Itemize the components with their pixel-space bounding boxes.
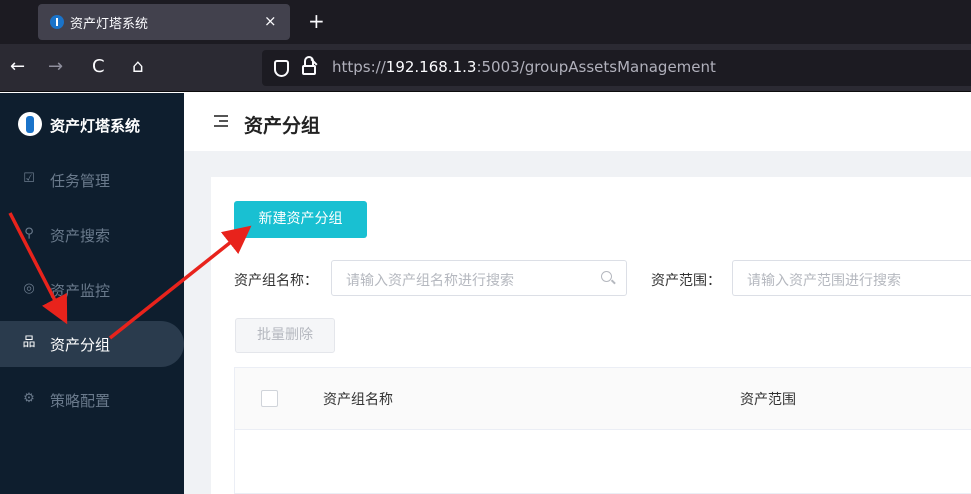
column-header-scope: 资产范围 xyxy=(740,392,796,408)
address-bar[interactable]: https://192.168.1.3:5003/groupAssetsMana… xyxy=(262,50,971,86)
sidebar-item-label: 策略配置 xyxy=(50,392,111,410)
group-name-label: 资产组名称： xyxy=(234,273,318,289)
sidebar-item-label: 任务管理 xyxy=(50,172,111,190)
page-header: 资产分组 xyxy=(184,93,971,151)
collapse-menu-icon[interactable] xyxy=(214,115,228,127)
search-icon[interactable] xyxy=(601,271,612,282)
batch-delete-button[interactable]: 批量删除 xyxy=(235,318,335,353)
group-name-placeholder: 请输入资产组名称进行搜索 xyxy=(346,273,514,289)
sidebar: 资产灯塔系统 ☑ 任务管理 ⚲ 资产搜索 ◎ 资产监控 品 资产分组 ⚙ 策略配… xyxy=(0,93,184,494)
tab-close-icon[interactable]: × xyxy=(264,12,277,30)
new-tab-button[interactable]: + xyxy=(308,9,325,33)
page-title: 资产分组 xyxy=(244,115,321,137)
sidebar-item-asset-search[interactable]: ⚲ 资产搜索 xyxy=(0,212,184,258)
sidebar-item-label: 资产监控 xyxy=(50,282,111,300)
scope-placeholder: 请输入资产范围进行搜索 xyxy=(747,273,901,289)
favicon-icon xyxy=(50,15,64,29)
browser-tab-bar: 资产灯塔系统 × + xyxy=(0,0,971,44)
browser-nav-bar: ← → C ⌂ https://192.168.1.3:5003/groupAs… xyxy=(0,44,971,92)
sidebar-item-policy[interactable]: ⚙ 策略配置 xyxy=(0,377,184,423)
home-button[interactable]: ⌂ xyxy=(132,56,143,77)
sidebar-item-label: 资产搜索 xyxy=(50,227,111,245)
scope-search-input[interactable]: 请输入资产范围进行搜索 xyxy=(732,260,971,296)
tab-title: 资产灯塔系统 xyxy=(70,17,149,32)
new-asset-group-button[interactable]: 新建资产分组 xyxy=(234,201,367,238)
main-content: 资产分组 新建资产分组 资产组名称： 请输入资产组名称进行搜索 资产范围： 请输… xyxy=(184,93,971,494)
back-button[interactable]: ← xyxy=(10,56,25,77)
content-card: 新建资产分组 资产组名称： 请输入资产组名称进行搜索 资产范围： 请输入资产范围… xyxy=(211,177,971,494)
search-icon: ⚲ xyxy=(24,226,34,241)
select-all-checkbox[interactable] xyxy=(261,390,278,407)
asset-group-table: 资产组名称 资产范围 xyxy=(234,367,971,494)
scope-label: 资产范围： xyxy=(651,273,721,289)
tracking-shield-icon[interactable] xyxy=(274,60,289,77)
lighthouse-logo-icon xyxy=(18,112,42,136)
policy-icon: ⚙ xyxy=(23,391,35,406)
table-header: 资产组名称 资产范围 xyxy=(235,368,971,430)
brand-name: 资产灯塔系统 xyxy=(50,117,141,135)
sidebar-item-asset-group[interactable]: 品 资产分组 xyxy=(0,321,184,367)
column-header-group-name: 资产组名称 xyxy=(323,392,393,408)
group-icon: 品 xyxy=(22,335,36,350)
url-text[interactable]: https://192.168.1.3:5003/groupAssetsMana… xyxy=(332,58,716,76)
group-name-search-input[interactable]: 请输入资产组名称进行搜索 xyxy=(331,260,627,296)
sidebar-item-label: 资产分组 xyxy=(50,336,111,354)
browser-tab[interactable]: 资产灯塔系统 × xyxy=(38,4,290,40)
insecure-lock-icon[interactable] xyxy=(302,56,318,75)
sidebar-item-tasks[interactable]: ☑ 任务管理 xyxy=(0,157,184,203)
monitor-icon: ◎ xyxy=(23,281,35,296)
reload-button[interactable]: C xyxy=(92,56,105,77)
sidebar-item-asset-monitor[interactable]: ◎ 资产监控 xyxy=(0,267,184,313)
forward-button[interactable]: → xyxy=(48,56,63,77)
task-icon: ☑ xyxy=(23,171,35,186)
